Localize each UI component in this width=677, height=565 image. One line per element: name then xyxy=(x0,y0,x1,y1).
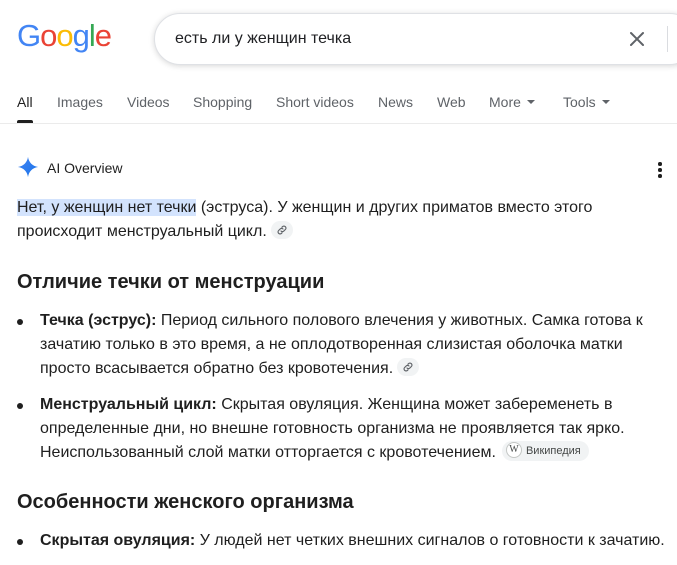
search-divider xyxy=(667,26,668,52)
chevron-down-icon xyxy=(601,100,610,105)
logo-letter: o xyxy=(40,18,57,53)
logo-letter: g xyxy=(72,18,90,53)
tab-news[interactable]: News xyxy=(378,94,413,110)
logo-letter: o xyxy=(56,18,73,53)
section-heading: Особенности женского организма xyxy=(17,491,354,513)
source-chip-wikipedia[interactable]: W Википедия xyxy=(501,440,589,461)
list-item-text: Течка (эструс): Период сильного полового… xyxy=(40,309,670,381)
more-options-icon[interactable] xyxy=(650,160,670,180)
ai-overview-title: AI Overview xyxy=(47,160,123,176)
bullet-dot xyxy=(17,319,23,325)
google-logo[interactable]: Google xyxy=(17,18,112,53)
link-icon[interactable] xyxy=(397,357,420,376)
bullet-text: У людей нет четких внешних сигналов о го… xyxy=(195,532,665,549)
tab-all[interactable]: All xyxy=(17,94,33,110)
tab-tools[interactable]: Tools xyxy=(563,94,610,110)
bullet-term: Течка (эструс): xyxy=(40,312,157,329)
tab-more[interactable]: More xyxy=(489,94,535,110)
bullet-dot xyxy=(17,403,23,409)
tab-short-videos[interactable]: Short videos xyxy=(276,94,354,110)
highlighted-answer: Нет, у женщин нет течки xyxy=(17,199,197,216)
tab-tools-label: Tools xyxy=(563,94,596,110)
bullet-dot xyxy=(17,539,23,545)
wikipedia-icon: W xyxy=(505,441,522,458)
link-icon[interactable] xyxy=(270,220,293,239)
logo-letter: G xyxy=(17,18,41,53)
ai-overview-intro: Нет, у женщин нет течки (эструса). У жен… xyxy=(17,196,667,244)
search-box xyxy=(154,13,677,65)
source-label: Википедия xyxy=(525,444,581,457)
close-icon[interactable] xyxy=(625,27,649,51)
gemini-sparkle-icon xyxy=(17,156,39,178)
chevron-down-icon xyxy=(526,100,535,105)
list-item-text: Скрытая овуляция: У людей нет четких вне… xyxy=(40,529,670,553)
tab-web[interactable]: Web xyxy=(437,94,466,110)
tab-more-label: More xyxy=(489,94,521,110)
logo-letter: e xyxy=(94,18,112,53)
list-item-text: Менструальный цикл: Скрытая овуляция. Же… xyxy=(40,393,670,465)
bullet-term: Менструальный цикл: xyxy=(40,396,217,413)
search-input[interactable] xyxy=(175,14,595,64)
tab-videos[interactable]: Videos xyxy=(127,94,170,110)
section-heading: Отличие течки от менструации xyxy=(17,271,325,293)
header-divider xyxy=(0,123,677,124)
tab-shopping[interactable]: Shopping xyxy=(193,94,252,110)
tab-images[interactable]: Images xyxy=(57,94,103,110)
bullet-term: Скрытая овуляция: xyxy=(40,532,196,549)
